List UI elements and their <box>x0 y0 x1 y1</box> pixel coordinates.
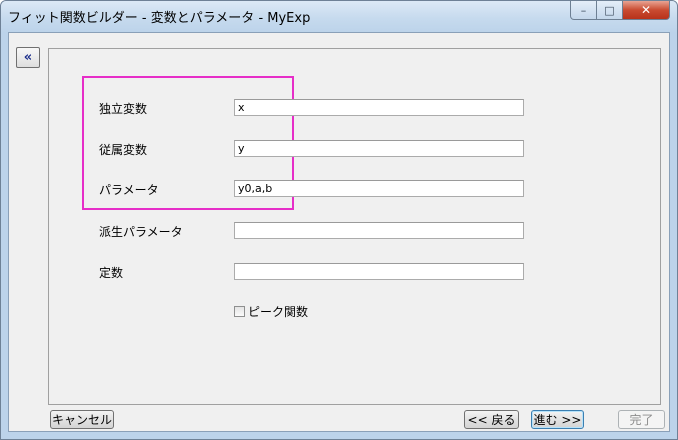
finish-button[interactable]: 完了 <box>618 410 665 429</box>
independent-variable-label: 独立変数 <box>99 102 148 116</box>
window-title: フィット関数ビルダー - 変数とパラメータ - MyExp <box>8 11 311 26</box>
collapse-button[interactable]: « <box>16 47 40 68</box>
maximize-button[interactable]: □ <box>596 1 623 20</box>
maximize-icon: □ <box>604 3 615 17</box>
peak-function-label: ピーク関数 <box>248 305 309 319</box>
minimize-button[interactable]: – <box>570 1 597 20</box>
close-icon: ✕ <box>640 3 652 17</box>
peak-function-checkbox[interactable]: ピーク関数 <box>234 303 308 320</box>
dialog-client-area: « 独立変数 従属変数 パラメータ 派生パラメータ 定数 ピーク関数 キャンセル… <box>8 32 670 432</box>
dialog-window: フィット関数ビルダー - 変数とパラメータ - MyExp – □ ✕ « 独立… <box>0 0 678 440</box>
constants-label: 定数 <box>99 266 124 280</box>
derived-parameters-input[interactable] <box>234 222 524 239</box>
title-bar[interactable]: フィット関数ビルダー - 変数とパラメータ - MyExp – □ ✕ <box>1 1 677 33</box>
parameters-label: パラメータ <box>99 183 159 197</box>
cancel-button[interactable]: キャンセル <box>50 410 114 429</box>
double-chevron-left-icon: « <box>23 50 33 65</box>
parameters-input[interactable] <box>234 180 524 197</box>
derived-parameters-label: 派生パラメータ <box>99 225 183 239</box>
next-button[interactable]: 進む >> <box>531 410 584 429</box>
dependent-variable-input[interactable] <box>234 140 524 157</box>
close-button[interactable]: ✕ <box>622 1 670 20</box>
variables-parameters-panel: 独立変数 従属変数 パラメータ 派生パラメータ 定数 ピーク関数 <box>48 48 661 405</box>
checkbox-icon[interactable] <box>234 306 245 317</box>
back-button[interactable]: << 戻る <box>464 410 519 429</box>
minimize-icon: – <box>580 3 587 17</box>
independent-variable-input[interactable] <box>234 99 524 116</box>
dependent-variable-label: 従属変数 <box>99 143 148 157</box>
constants-input[interactable] <box>234 263 524 280</box>
